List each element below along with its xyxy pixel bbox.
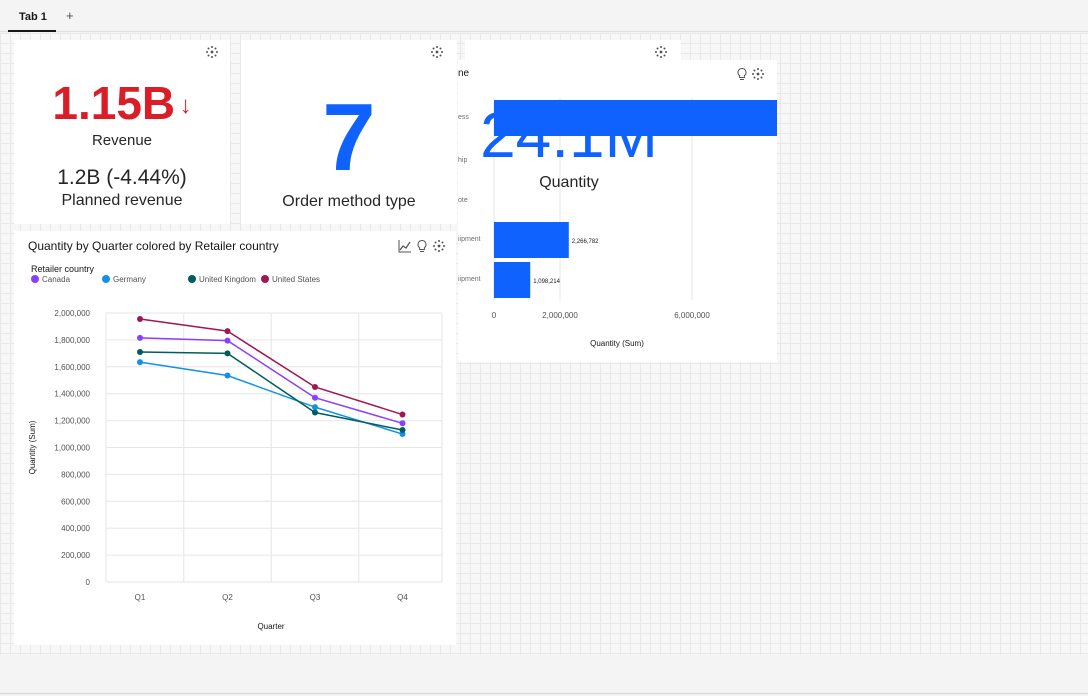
x-tick-label: Q2 xyxy=(222,593,233,602)
order-method-label: Order method type xyxy=(282,193,416,210)
y-tick-label: 800,000 xyxy=(61,470,90,479)
y-tick-label: 1,000,000 xyxy=(54,444,90,453)
line-chart: 0 200,000 400,000 600,000 800,000 1,000,000 1,… xyxy=(28,309,443,631)
legend-title: Retailer country xyxy=(31,264,95,274)
bar xyxy=(494,222,569,258)
chart-type-icon[interactable] xyxy=(398,239,412,253)
order-method-kpi-card[interactable]: 7 Order method type xyxy=(241,40,457,224)
tab-1[interactable]: Tab 1 xyxy=(8,8,56,32)
data-point xyxy=(399,420,406,427)
data-point xyxy=(224,350,231,357)
data-point xyxy=(312,409,318,416)
tab-bar: Tab 1 + xyxy=(0,0,1088,32)
category-label: iipment xyxy=(458,276,481,283)
line-chart-title: Quantity by Quarter colored by Retailer … xyxy=(28,239,279,253)
legend-swatch xyxy=(188,275,196,283)
y-tick-label: 2,000,000 xyxy=(54,309,90,318)
data-point xyxy=(137,334,143,341)
revenue-value: 1.15B xyxy=(52,77,176,129)
legend-swatch xyxy=(261,275,269,283)
settings-icon[interactable] xyxy=(654,45,668,59)
y-tick-label: 400,000 xyxy=(61,524,90,533)
settings-icon[interactable] xyxy=(205,45,219,59)
x-tick-label: 2,000,000 xyxy=(542,311,578,320)
y-tick-label: 1,200,000 xyxy=(54,417,90,426)
y-tick-label: 1,400,000 xyxy=(54,390,90,399)
data-point xyxy=(312,394,318,401)
legend-label: United States xyxy=(272,275,321,284)
order-method-value: 7 xyxy=(322,84,376,191)
data-point xyxy=(399,427,406,434)
footer-bar xyxy=(0,655,1088,696)
x-tick-label: 0 xyxy=(492,311,497,320)
insight-bulb-icon[interactable] xyxy=(415,239,429,253)
quantity-value: 24.1M xyxy=(480,99,658,171)
category-label: ote xyxy=(458,197,468,204)
y-tick-label: 0 xyxy=(86,578,91,587)
y-tick-label: 200,000 xyxy=(61,551,90,560)
footer-divider xyxy=(0,693,1088,694)
chart-legend: Canada Germany United Kingdom United States xyxy=(31,275,431,289)
legend-item[interactable]: Canada xyxy=(31,275,70,284)
legend-label: Canada xyxy=(42,275,71,284)
y-tick-label: 1,600,000 xyxy=(54,363,90,372)
y-tick-label: 600,000 xyxy=(61,497,90,506)
trend-down-icon: ↓ xyxy=(179,92,192,119)
data-point xyxy=(137,316,143,323)
revenue-label: Revenue xyxy=(91,132,153,149)
legend-swatch xyxy=(102,275,110,283)
legend-swatch xyxy=(31,275,39,283)
data-label: 2,266,782 xyxy=(572,239,599,245)
data-point xyxy=(399,411,406,418)
y-tick-label: 1,800,000 xyxy=(54,336,90,345)
data-point xyxy=(312,404,318,411)
add-tab-button[interactable]: + xyxy=(66,8,74,23)
x-tick-label: Q1 xyxy=(135,593,146,602)
line-chart-card[interactable]: Quantity by Quarter colored by Retailer … xyxy=(14,231,456,645)
x-tick-label: 6,000,000 xyxy=(674,311,710,320)
legend-item[interactable]: United States xyxy=(261,275,320,284)
revenue-value-row: 1.15B ↓ xyxy=(14,76,230,130)
legend-label: Germany xyxy=(113,275,146,284)
y-axis-label: Quantity (Sum) xyxy=(28,420,37,474)
revenue-kpi-card[interactable]: 1.15B ↓ Revenue 1.2B (-4.44%) Planned re… xyxy=(14,40,230,224)
category-label: iipment xyxy=(458,236,481,243)
legend-item[interactable]: United Kingdom xyxy=(188,275,256,284)
bar xyxy=(494,262,531,298)
settings-icon[interactable] xyxy=(430,45,444,59)
planned-revenue-value: 1.2B (-4.44%) xyxy=(57,166,187,189)
data-point xyxy=(137,349,143,356)
data-point xyxy=(312,383,318,390)
data-point xyxy=(224,337,231,344)
quantity-label: Quantity xyxy=(539,174,599,191)
x-tick-label: Q3 xyxy=(310,593,321,602)
legend-item[interactable]: Germany xyxy=(102,275,146,284)
data-point xyxy=(224,328,231,335)
data-point xyxy=(137,359,143,366)
x-tick-label: Q4 xyxy=(397,593,408,602)
x-axis-label: Quarter xyxy=(257,622,284,631)
settings-icon[interactable] xyxy=(432,239,446,253)
data-point xyxy=(224,372,231,379)
x-axis-label: Quantity (Sum) xyxy=(590,339,644,348)
legend-label: United Kingdom xyxy=(199,275,256,284)
planned-revenue-label: Planned revenue xyxy=(61,192,183,209)
data-label: 1,098,214 xyxy=(533,279,560,285)
quantity-bar-card[interactable]: ne 02,000,0006,000,00010,000,00014,000,0… xyxy=(458,60,777,362)
